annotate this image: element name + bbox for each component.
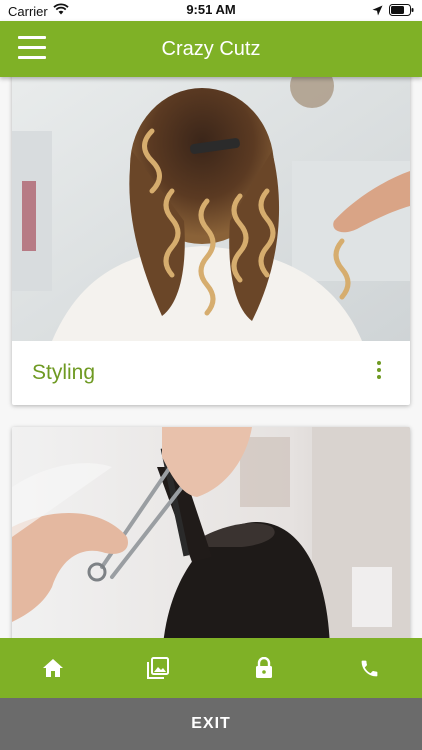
- status-right: [372, 3, 414, 21]
- home-icon: [42, 659, 63, 677]
- location-arrow-icon: [372, 3, 383, 21]
- exit-button[interactable]: EXIT: [0, 698, 422, 750]
- exit-label: EXIT: [191, 715, 231, 732]
- service-card-styling[interactable]: Styling: [12, 77, 410, 405]
- status-bar: Carrier 9:51 AM: [0, 0, 422, 21]
- lock-icon: [255, 657, 272, 678]
- bottom-navigation: [0, 638, 422, 698]
- gallery-icon: [147, 657, 170, 679]
- battery-icon: [389, 3, 414, 21]
- status-time: 9:51 AM: [186, 2, 236, 17]
- more-vert-icon[interactable]: [374, 361, 384, 383]
- curled-hair-styling-photo: [12, 77, 410, 341]
- phone-icon: [361, 660, 378, 676]
- card-footer: Styling: [12, 341, 410, 405]
- nav-gallery[interactable]: [106, 638, 212, 698]
- service-list[interactable]: Styling: [0, 77, 422, 638]
- service-card-haircut[interactable]: [12, 427, 410, 638]
- hair-cutting-scissors-photo: [12, 427, 410, 638]
- app-title: Crazy Cutz: [161, 38, 261, 60]
- nav-lock[interactable]: [211, 638, 317, 698]
- nav-phone[interactable]: [317, 638, 422, 698]
- app-header: Crazy Cutz: [0, 21, 422, 77]
- nav-home[interactable]: [0, 638, 106, 698]
- card-title[interactable]: Styling: [32, 361, 95, 385]
